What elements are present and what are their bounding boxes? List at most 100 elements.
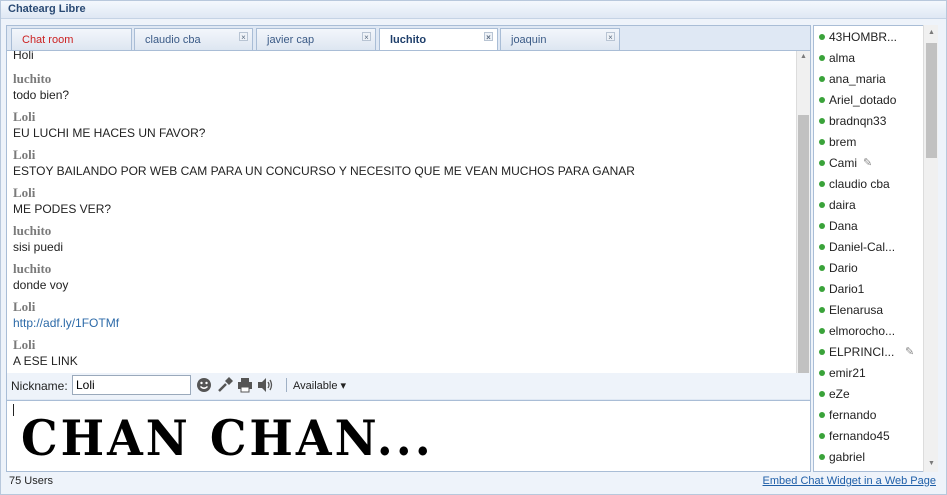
user-name: gabriel <box>829 450 866 464</box>
online-status-icon <box>819 202 825 208</box>
online-status-icon <box>819 160 825 166</box>
user-list-item[interactable]: Dario <box>819 261 919 282</box>
user-list-item[interactable]: gabriel <box>819 450 919 471</box>
user-name: brem <box>829 135 857 149</box>
user-list-item[interactable]: eZe <box>819 387 919 408</box>
online-status-icon <box>819 433 825 439</box>
message: Loli EU LUCHI ME HACES UN FAVOR? <box>13 109 205 140</box>
user-list-item[interactable]: Cami ✎ <box>819 156 919 177</box>
tab-label: claudio cba <box>145 34 201 46</box>
message-text: EU LUCHI ME HACES UN FAVOR? <box>13 126 206 140</box>
online-status-icon <box>819 55 825 61</box>
nickname-label: Nickname: <box>11 379 68 393</box>
brush-icon[interactable] <box>217 377 233 393</box>
composer-toolbar: Nickname: Available ▾ <box>7 373 810 399</box>
user-list-item[interactable]: alma <box>819 51 919 72</box>
message-input[interactable]: CHAN CHAN... <box>7 400 810 471</box>
scroll-down-icon[interactable]: ▼ <box>925 458 938 470</box>
message-link[interactable]: http://adf.ly/1FOTMf <box>13 316 119 330</box>
user-list-item[interactable]: emir21 <box>819 366 919 387</box>
user-name: Dario <box>829 261 858 275</box>
user-list-item[interactable]: bradnqn33 <box>819 114 919 135</box>
user-name: eZe <box>829 387 850 401</box>
user-list[interactable]: 43HOMBR... alma ana_maria Ariel_dotadobradn… <box>813 25 938 472</box>
tab-claudio-cba[interactable]: claudio cba × <box>134 28 253 50</box>
embed-widget-link[interactable]: Embed Chat Widget in a Web Page <box>763 475 936 487</box>
user-list-item[interactable]: fernando <box>819 408 919 429</box>
message-author[interactable]: luchito <box>13 261 68 277</box>
tab-chat-room[interactable]: Chat room <box>11 28 132 50</box>
message: luchito sisi puedi <box>13 223 63 254</box>
message-scrollbar[interactable]: ▲ ▼ <box>796 51 810 395</box>
scroll-up-icon[interactable]: ▲ <box>925 27 938 39</box>
window-title: Chatearg Libre <box>8 3 86 15</box>
user-list-item[interactable]: Dana <box>819 219 919 240</box>
print-icon[interactable] <box>237 377 253 393</box>
toolbar-divider <box>286 378 287 392</box>
message: Loli A ESE LINK <box>13 337 78 368</box>
user-list-item[interactable]: ana_maria <box>819 72 919 93</box>
user-name: emir21 <box>829 366 866 380</box>
user-list-item[interactable]: Ariel_dotado <box>819 93 919 114</box>
scroll-up-icon[interactable]: ▲ <box>797 51 810 63</box>
smiley-icon[interactable] <box>196 377 212 393</box>
chevron-down-icon: ▾ <box>340 380 347 392</box>
tab-label: luchito <box>390 34 427 46</box>
status-value: Available <box>293 380 338 392</box>
online-status-icon <box>819 139 825 145</box>
user-list-item[interactable]: Dario1 <box>819 282 919 303</box>
message-author[interactable]: luchito <box>13 223 63 239</box>
message-text: todo bien? <box>13 88 70 102</box>
close-icon[interactable]: × <box>606 32 615 42</box>
nickname-input[interactable] <box>72 375 191 395</box>
user-name: Ariel_dotado <box>829 93 897 107</box>
tab-javier-cap[interactable]: javier cap × <box>256 28 376 50</box>
message-log[interactable]: Holi luchito todo bien? Loli EU LUCHI ME… <box>7 50 810 395</box>
message-input-text: CHAN CHAN... <box>21 409 434 467</box>
user-name: elmorocho... <box>829 324 896 338</box>
close-icon[interactable]: × <box>484 32 493 42</box>
online-status-icon <box>819 223 825 229</box>
message-author[interactable]: Loli <box>13 299 119 315</box>
user-name: Cami <box>829 156 858 170</box>
online-status-icon <box>819 181 825 187</box>
message-author[interactable]: luchito <box>13 71 69 87</box>
message: Holi <box>13 50 34 62</box>
message: luchito todo bien? <box>13 71 69 102</box>
close-icon[interactable]: × <box>239 32 248 42</box>
user-count: 75 Users <box>9 475 54 487</box>
message-author[interactable]: Loli <box>13 185 111 201</box>
scrollbar-thumb[interactable] <box>926 43 937 158</box>
user-name: Dario1 <box>829 282 865 296</box>
message-text: sisi puedi <box>13 240 64 254</box>
online-status-icon <box>819 244 825 250</box>
online-status-icon <box>819 118 825 124</box>
user-list-item[interactable]: Elenarusa <box>819 303 919 324</box>
user-list-item[interactable]: brem <box>819 135 919 156</box>
user-list-scrollbar[interactable]: ▲ ▼ <box>923 25 938 472</box>
message-text: Holi <box>13 50 34 62</box>
user-list-item[interactable]: ELPRINCI... ✎ <box>819 345 919 366</box>
online-status-icon <box>819 412 825 418</box>
status-dropdown[interactable]: Available ▾ <box>293 379 346 392</box>
sound-icon[interactable] <box>257 377 273 393</box>
scrollbar-thumb[interactable] <box>798 115 809 379</box>
chat-main-panel: Chat room claudio cba × javier cap × luc… <box>6 25 811 472</box>
message-author[interactable]: Loli <box>13 337 78 353</box>
tab-label: javier cap <box>267 34 315 46</box>
message-author[interactable]: Loli <box>13 109 205 125</box>
message-text: ESTOY BAILANDO POR WEB CAM PARA UN CONCU… <box>13 164 635 178</box>
tab-luchito[interactable]: luchito × <box>379 28 498 51</box>
user-list-item[interactable]: Daniel-Cal... <box>819 240 919 261</box>
user-list-item[interactable]: elmorocho... <box>819 324 919 345</box>
tab-joaquin[interactable]: joaquin × <box>500 28 620 50</box>
user-list-item[interactable]: 43HOMBR... <box>819 30 919 51</box>
user-list-item[interactable]: fernando45 <box>819 429 919 450</box>
message-author[interactable]: Loli <box>13 147 635 163</box>
online-status-icon <box>819 76 825 82</box>
user-list-item[interactable]: claudio cba <box>819 177 919 198</box>
user-name: daira <box>829 198 856 212</box>
user-list-item[interactable]: daira <box>819 198 919 219</box>
online-status-icon <box>819 265 825 271</box>
close-icon[interactable]: × <box>362 32 371 42</box>
